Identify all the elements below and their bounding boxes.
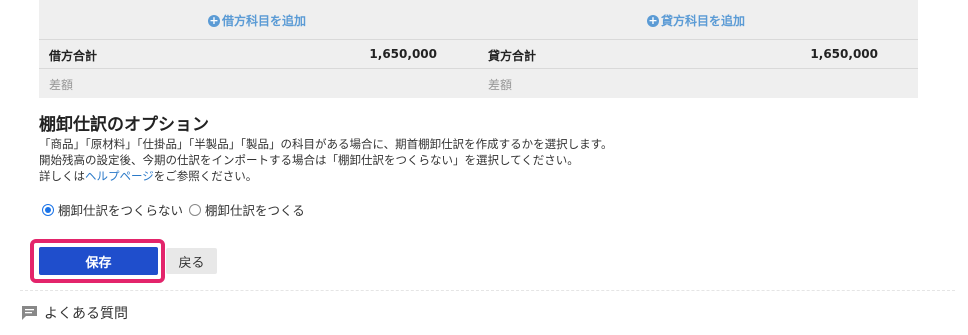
help-suffix: をご参照ください。	[153, 169, 258, 183]
faq-link[interactable]: よくある質問	[21, 303, 128, 323]
options-description-2: 開始残高の設定後、今期の仕訳をインポートする場合は「棚卸仕訳をつくらない」を選択…	[39, 153, 579, 167]
plus-circle-icon: +	[208, 13, 220, 27]
faq-label: よくある質問	[44, 306, 128, 322]
debit-difference-label: 差額	[49, 78, 74, 92]
section-divider	[20, 290, 955, 291]
add-account-row: + 借方科目を追加 + 貸方科目を追加	[39, 0, 918, 40]
inventory-journal-radio-group: 棚卸仕訳をつくらない 棚卸仕訳をつくる	[42, 200, 311, 219]
radio-no-inventory-journal-label: 棚卸仕訳をつくらない	[58, 203, 184, 218]
total-row: 借方合計 1,650,000 貸方合計 1,650,000	[39, 41, 918, 69]
difference-row: 差額 差額	[39, 70, 918, 98]
help-page-link[interactable]: ヘルプページ	[85, 169, 154, 183]
help-prefix: 詳しくは	[39, 169, 85, 183]
radio-create-inventory-journal-label: 棚卸仕訳をつくる	[205, 203, 305, 218]
credit-total-value: 1,650,000	[810, 47, 878, 61]
add-credit-account-link[interactable]: + 貸方科目を追加	[647, 12, 745, 29]
radio-unchecked-icon[interactable]	[189, 203, 202, 216]
credit-difference-label: 差額	[488, 78, 513, 92]
chat-bubble-icon	[22, 306, 37, 320]
debit-total-label: 借方合計	[49, 49, 98, 63]
save-button[interactable]: 保存	[39, 247, 158, 275]
inventory-journal-options: 棚卸仕訳のオプション 「商品」「原材料」「仕掛品」「半製品」「製品」の科目がある…	[39, 114, 919, 184]
credit-total-label: 貸方合計	[488, 49, 537, 63]
journal-summary-table: + 借方科目を追加 + 貸方科目を追加 借方合計 1,650,000 貸方合計 …	[39, 0, 918, 98]
options-description-1: 「商品」「原材料」「仕掛品」「半製品」「製品」の科目がある場合に、期首棚卸仕訳を…	[39, 137, 613, 151]
options-description-3: 詳しくはヘルプページをご参照ください。	[39, 168, 919, 184]
radio-create-inventory-journal[interactable]: 棚卸仕訳をつくる	[189, 200, 305, 219]
options-title: 棚卸仕訳のオプション	[39, 115, 209, 135]
add-debit-account-link[interactable]: + 借方科目を追加	[208, 12, 306, 29]
radio-no-inventory-journal[interactable]: 棚卸仕訳をつくらない	[42, 200, 183, 219]
plus-circle-icon: +	[647, 13, 659, 27]
add-debit-account-label: 借方科目を追加	[222, 14, 307, 28]
radio-checked-icon[interactable]	[42, 203, 54, 216]
debit-total-value: 1,650,000	[369, 47, 437, 61]
back-button[interactable]: 戻る	[166, 248, 217, 274]
add-credit-account-label: 貸方科目を追加	[661, 14, 746, 28]
